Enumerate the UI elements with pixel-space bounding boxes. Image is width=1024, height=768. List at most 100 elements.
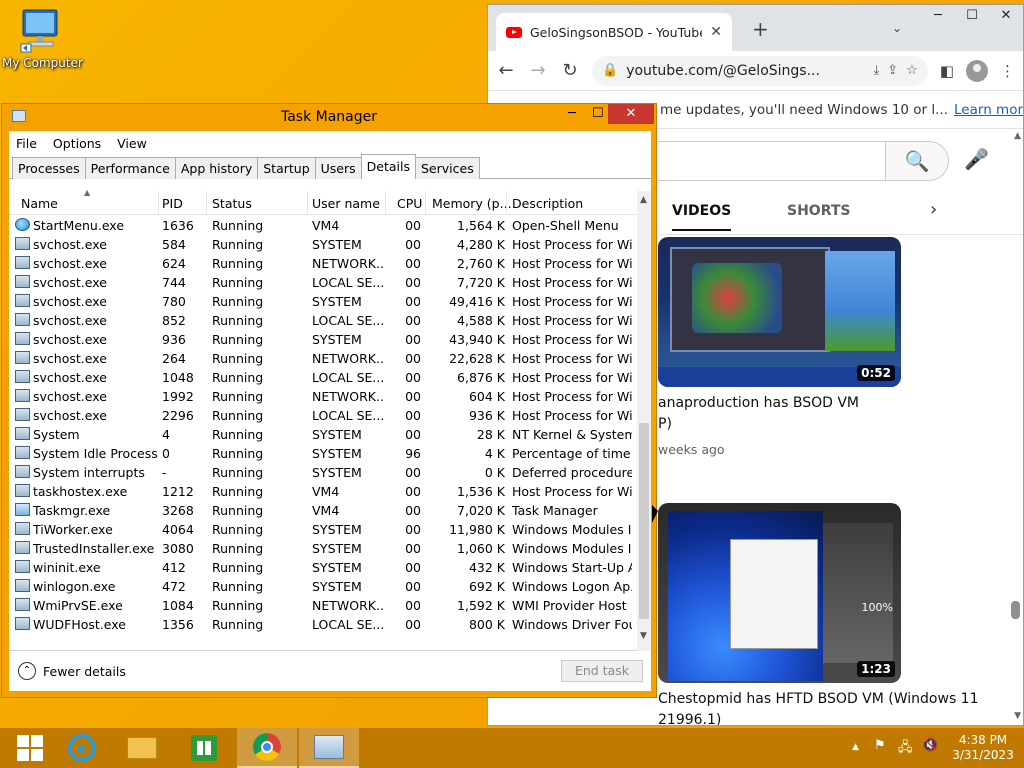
end-task-button[interactable]: End task [561,660,643,682]
share-icon[interactable]: ⇪ [887,63,898,78]
tab-processes[interactable]: Processes [12,157,86,179]
table-row[interactable]: svchost.exe 936 Running SYSTEM 00 43,940 K Hos… [9,329,637,348]
table-row[interactable]: System Idle Process 0 Running SYSTEM 96 4 K Pe… [9,443,637,462]
chrome-taskbar-button[interactable] [237,728,297,768]
url-text[interactable]: youtube.com/@GeloSings... [626,63,865,79]
video-title-line2[interactable]: 21996.1) [658,712,721,725]
page-scrollbar-thumb[interactable] [1011,601,1020,619]
forward-arrow-icon[interactable]: → [528,60,548,81]
file-explorer-taskbar-button[interactable] [112,728,172,768]
table-row[interactable]: StartMenu.exe 1636 Running VM4 00 1,564 K Open… [9,215,637,234]
scroll-up-arrow-icon[interactable]: ▲ [1014,131,1021,141]
learn-more-link[interactable]: Learn more [954,102,1023,118]
table-row[interactable]: svchost.exe 1992 Running NETWORK... 00 604 K H… [9,386,637,405]
vertical-scrollbar[interactable]: ▲ ▼ [637,191,651,651]
table-row[interactable]: Taskmgr.exe 3268 Running VM4 00 7,020 K Task M… [9,500,637,519]
title-bar[interactable]: Task Manager ─ ☐ ✕ [2,104,656,130]
scroll-up-arrow-icon[interactable]: ▲ [640,195,647,205]
tab-services[interactable]: Services [415,157,480,179]
back-arrow-icon[interactable]: ← [496,60,516,81]
menu-kebab-icon[interactable]: ⋮ [1000,62,1015,80]
process-user: LOCAL SE... [312,275,384,290]
video-title-line2[interactable]: P) [658,416,672,432]
table-row[interactable]: svchost.exe 744 Running LOCAL SE... 00 7,720 … [9,272,637,291]
side-panel-icon[interactable]: ◧ [940,62,954,80]
task-manager-taskbar-button[interactable] [299,728,359,768]
my-computer-desktop-icon[interactable]: My Computer [2,8,83,70]
menu-view[interactable]: View [117,136,147,155]
tab-videos[interactable]: VIDEOS [672,203,732,231]
chevron-right-icon[interactable]: › [930,199,937,220]
new-tab-button[interactable]: + [752,17,769,41]
process-name: TrustedInstaller.exe [33,541,155,556]
table-row[interactable]: svchost.exe 584 Running SYSTEM 00 4,280 K Host… [9,234,637,253]
minimize-button[interactable]: ─ [568,106,576,121]
table-row[interactable]: winlogon.exe 472 Running SYSTEM 00 692 K Windo… [9,576,637,595]
table-row[interactable]: svchost.exe 2296 Running LOCAL SE... 00 936 K… [9,405,637,424]
tab-users[interactable]: Users [314,157,362,179]
tab-search-chevron-icon[interactable]: ⌄ [892,21,902,35]
internet-explorer-taskbar-button[interactable]: e [52,728,112,768]
column-header-description[interactable]: Description [512,196,583,211]
menu-file[interactable]: File [16,136,37,155]
video-thumbnail-1[interactable]: 0:52 [658,237,901,387]
column-header-cpu[interactable]: CPU [397,196,422,211]
tab-app-history[interactable]: App history [174,157,259,179]
browser-tab[interactable]: GeloSingsonBSOD - YouTube ✕ [496,13,732,51]
youtube-search-button[interactable]: 🔍 [885,141,949,181]
scroll-down-arrow-icon[interactable]: ▼ [640,631,647,641]
column-header-name[interactable]: Name [21,196,58,211]
table-row[interactable]: WUDFHost.exe 1356 Running LOCAL SE... 00 800 … [9,614,637,633]
tab-performance[interactable]: Performance [84,157,176,179]
install-icon[interactable]: ⤓ [874,63,880,78]
tab-shorts[interactable]: SHORTS [787,203,851,219]
up-arrow-icon[interactable]: ▲ [852,742,859,752]
table-row[interactable]: svchost.exe 780 Running SYSTEM 00 49,416 K Hos… [9,291,637,310]
maximize-button[interactable]: ☐ [592,106,604,121]
table-row[interactable]: TrustedInstaller.exe 3080 Running SYSTEM 00 1… [9,538,637,557]
system-process-icon [15,465,30,478]
maximize-button[interactable]: ☐ [955,5,989,27]
table-row[interactable]: TiWorker.exe 4064 Running SYSTEM 00 11,980 K W… [9,519,637,538]
youtube-search-input[interactable] [658,141,886,181]
speaker-muted-icon[interactable]: 🔇 [922,738,938,753]
fewer-details-button[interactable]: ⌃ Fewer details [18,662,126,680]
column-header-memory[interactable]: Memory (p... [432,196,512,211]
table-row[interactable]: WmiPrvSE.exe 1084 Running NETWORK... 00 1,592… [9,595,637,614]
process-user: SYSTEM [312,427,362,442]
bookmark-star-icon[interactable]: ☆ [906,63,918,78]
table-row[interactable]: taskhostex.exe 1212 Running VM4 00 1,536 K Hos… [9,481,637,500]
video-title[interactable]: Chestopmid has HFTD BSOD VM (Windows 11 [658,691,979,707]
column-header-status[interactable]: Status [212,196,252,211]
close-button[interactable]: ✕ [608,104,654,124]
table-row[interactable]: svchost.exe 1048 Running LOCAL SE... 00 6,876… [9,367,637,386]
system-clock[interactable]: 4:38 PM 3/31/2023 [948,733,1018,763]
lock-icon[interactable]: 🔒 [602,63,618,78]
scrollbar-thumb[interactable] [639,423,649,619]
video-title[interactable]: anaproduction has BSOD VM [658,395,859,411]
table-row[interactable]: svchost.exe 264 Running NETWORK... 00 22,628 … [9,348,637,367]
reload-icon[interactable]: ↻ [560,60,580,81]
column-header-pid[interactable]: PID [162,196,183,211]
network-icon[interactable]: 🖧 [898,738,913,760]
table-row[interactable]: svchost.exe 624 Running NETWORK... 00 2,760 K… [9,253,637,272]
table-row[interactable]: svchost.exe 852 Running LOCAL SE... 00 4,588 … [9,310,637,329]
menu-options[interactable]: Options [53,136,101,155]
flag-icon[interactable]: ⚑ [874,738,886,753]
microphone-icon[interactable]: 🎤 [964,147,989,171]
table-row[interactable]: System 4 Running SYSTEM 00 28 K NT Kernel & Sy… [9,424,637,443]
column-header-user-name[interactable]: User name [312,196,380,211]
scroll-down-arrow-icon[interactable]: ▼ [1014,711,1021,721]
table-row[interactable]: wininit.exe 412 Running SYSTEM 00 432 K Window… [9,557,637,576]
store-taskbar-button[interactable] [174,728,234,768]
start-button[interactable] [0,728,60,768]
minimize-button[interactable]: ─ [921,5,955,27]
video-thumbnail-2[interactable]: 100% 1:23 [658,503,901,683]
tab-startup[interactable]: Startup [257,157,316,179]
address-bar[interactable]: 🔒 youtube.com/@GeloSings... ⤓ ⇪ ☆ [592,55,928,86]
table-row[interactable]: System interrupts - Running SYSTEM 00 0 K Defe… [9,462,637,481]
tab-close-icon[interactable]: ✕ [710,24,722,40]
close-button[interactable]: ✕ [989,5,1023,27]
tab-details[interactable]: Details [360,154,416,179]
profile-avatar-icon[interactable] [966,59,988,82]
